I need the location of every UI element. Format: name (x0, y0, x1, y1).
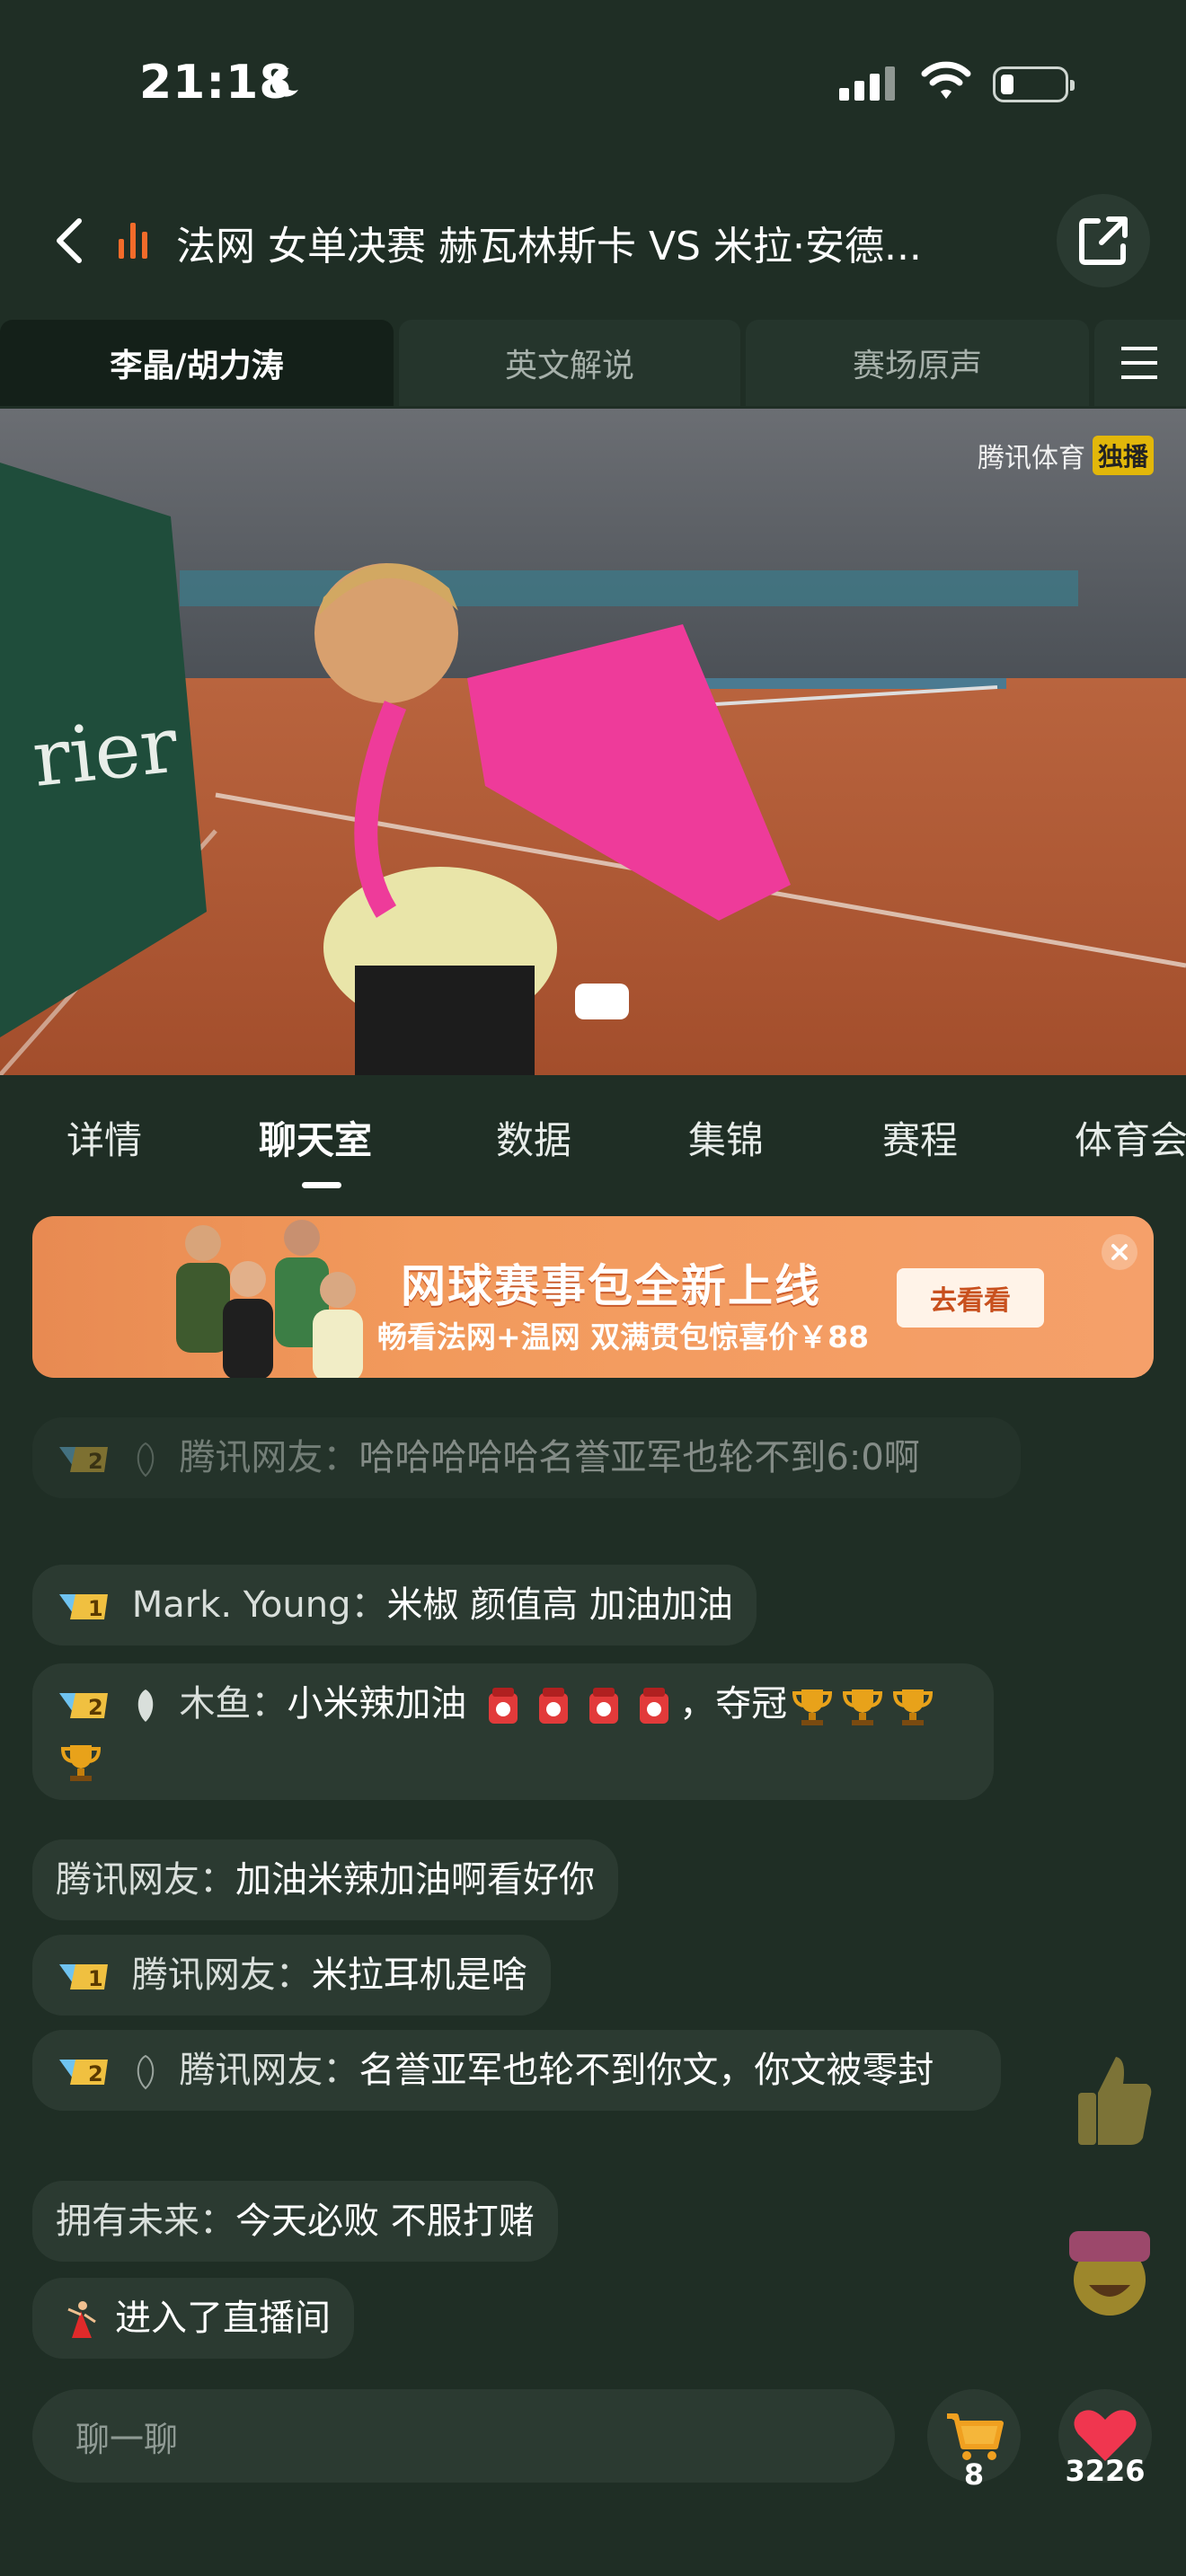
laugh-emoji-icon[interactable] (1060, 2226, 1159, 2325)
svg-text:2: 2 (88, 1449, 103, 1474)
chili-sauce-emoji-icon (489, 1688, 518, 1724)
trophy-emoji-icon (843, 1689, 883, 1725)
banner-cta-button[interactable]: 去看看 (897, 1268, 1044, 1328)
share-icon (1079, 216, 1128, 265)
tab-data[interactable]: 数据 (496, 1110, 571, 1165)
vip-level-badge-icon: 1 (59, 1594, 108, 1621)
tab-highlights[interactable]: 集锦 (688, 1110, 764, 1165)
trophy-emoji-icon (893, 1689, 934, 1725)
tab-chatroom[interactable]: 聊天室 (259, 1110, 372, 1165)
players-illustration (176, 1220, 363, 1378)
chat-message: 2 腾讯网友：名誉亚军也轮不到你文，你文被零封 (32, 2030, 1001, 2111)
like-count: 3226 (1065, 2454, 1146, 2488)
svg-text:2: 2 (88, 2061, 103, 2086)
thumbs-up-icon[interactable] (1071, 2048, 1157, 2156)
close-icon (1111, 1244, 1128, 1260)
live-indicator-icon (119, 223, 147, 259)
tab-sports-club[interactable]: 体育会 (1075, 1110, 1186, 1165)
chat-message: 1 腾讯网友：米拉耳机是啥 (32, 1935, 551, 2016)
chat-message: 1 Mark. Young：米椒 颜值高 加油加油 (32, 1565, 757, 1645)
chat-input[interactable]: 聊一聊 (32, 2389, 895, 2483)
moon-icon (271, 67, 298, 97)
svg-text:rier: rier (29, 701, 182, 805)
chat-message: 拥有未来：今天必败 不服打赌 (32, 2181, 558, 2262)
chili-sauce-emoji-icon (640, 1688, 669, 1724)
banner-title: 网球赛事包全新上线 (401, 1260, 821, 1312)
vip-level-badge-icon: 2 (59, 1447, 108, 1474)
banner-subtitle: 畅看法网+温网 双满贯包惊喜价￥88 (377, 1319, 870, 1354)
chat-message: 2 腾讯网友：哈哈哈哈哈名誉亚军也轮不到6:0啊 (32, 1417, 1021, 1498)
chat-message: 2 木鱼：小米辣加油 ，夺冠 (32, 1663, 994, 1800)
active-tab-indicator (302, 1182, 341, 1188)
svg-text:2: 2 (88, 1695, 103, 1720)
menu-icon[interactable] (1094, 320, 1186, 406)
dancer-emoji-icon (67, 2301, 96, 2338)
vip-level-badge-icon: 2 (59, 2060, 108, 2086)
avatar-icon (137, 2054, 154, 2090)
chat-message: 腾讯网友：加油米辣加油啊看好你 (32, 1839, 618, 1920)
video-watermark: 腾讯体育 独播 (978, 436, 1154, 475)
svg-text:1: 1 (88, 1596, 103, 1621)
cart-count: 8 (963, 2457, 985, 2492)
back-icon[interactable] (50, 216, 90, 266)
svg-text:1: 1 (88, 1966, 103, 1991)
battery-icon (993, 66, 1075, 102)
promo-banner[interactable]: 网球赛事包全新上线 畅看法网+温网 双满贯包惊喜价￥88 去看看 (32, 1216, 1154, 1378)
chat-message: 进入了直播间 (32, 2278, 354, 2359)
wifi-icon (921, 61, 971, 99)
like-button[interactable]: 3226 (1058, 2389, 1152, 2488)
trophy-emoji-icon (792, 1689, 833, 1725)
share-button[interactable] (1057, 194, 1150, 287)
tab-english-commentary[interactable]: 英文解说 (399, 320, 740, 406)
tab-schedule[interactable]: 赛程 (882, 1110, 958, 1165)
cellular-signal-icon (839, 65, 895, 101)
banner-close-button[interactable] (1102, 1234, 1137, 1270)
video-player[interactable]: rier 腾讯体育 独播 (0, 409, 1186, 1075)
vip-level-badge-icon: 2 (59, 1693, 108, 1720)
match-title: 法网 女单决赛 赫瓦林斯卡 VS 米拉·安德... (176, 224, 922, 269)
video-frame: rier (0, 409, 1186, 1075)
avatar-icon (137, 1689, 153, 1722)
tab-commentary-li-hu[interactable]: 李晶/胡力涛 (0, 320, 394, 406)
chili-sauce-emoji-icon (539, 1688, 569, 1724)
trophy-emoji-icon (60, 1745, 102, 1781)
chili-sauce-emoji-icon (589, 1688, 619, 1724)
cart-button[interactable]: 8 (927, 2389, 1021, 2492)
vip-level-badge-icon: 1 (59, 1964, 108, 1991)
avatar-icon (137, 1442, 154, 1478)
tab-stadium-sound[interactable]: 赛场原声 (746, 320, 1089, 406)
tab-details[interactable]: 详情 (66, 1110, 142, 1165)
